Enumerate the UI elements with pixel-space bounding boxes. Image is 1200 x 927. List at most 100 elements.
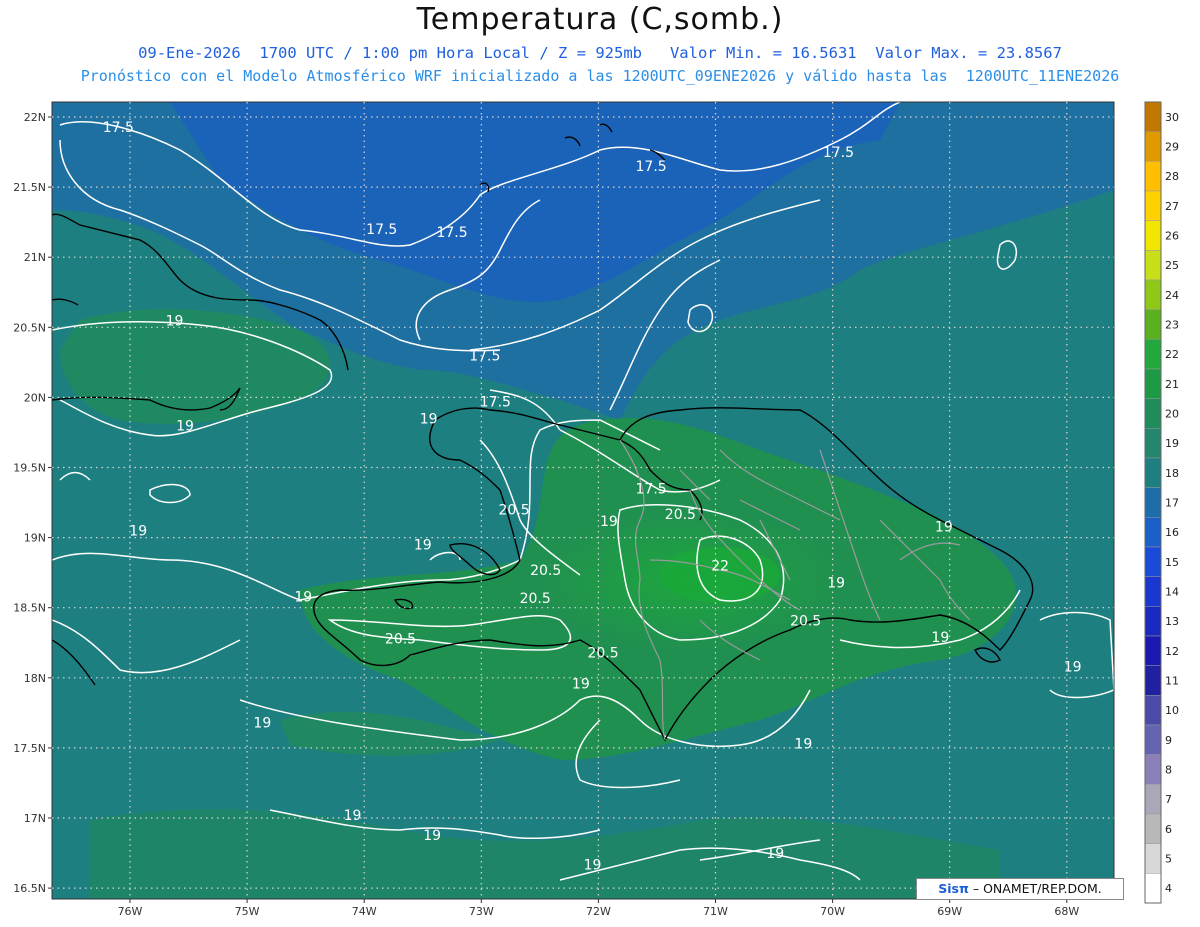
colorbar-label: 16: [1165, 526, 1179, 539]
colorbar-swatch: [1144, 695, 1162, 726]
contour-label: 19: [572, 676, 590, 692]
contour-label: 17.5: [103, 120, 134, 136]
contour-label: 17.5: [469, 348, 500, 364]
colorbar-label: 22: [1165, 348, 1179, 361]
contour-label: 19: [600, 514, 618, 530]
contour-label: 19: [935, 519, 953, 535]
colorbar-swatch: [1144, 784, 1162, 815]
contour-label: 17.5: [823, 145, 854, 161]
contour-label: 19: [129, 524, 147, 540]
colorbar-swatch: [1144, 665, 1162, 696]
colorbar-label: 5: [1165, 853, 1172, 866]
lat-tick-label: 16.5N: [13, 882, 46, 895]
contour-label: 20.5: [790, 613, 821, 629]
colorbar-swatch: [1144, 309, 1162, 340]
colorbar-label: 27: [1165, 200, 1179, 213]
colorbar-swatch: [1144, 517, 1162, 548]
sispi-logo: Sisπ: [938, 881, 969, 896]
colorbar-swatch: [1144, 457, 1162, 488]
temperature-map: 17.5 17.5 17.5 17.5 17.5 17.5 17.5 17.5 19 19 19 19…: [13, 101, 1179, 918]
contour-label: 19: [253, 716, 271, 732]
colorbar-label: 15: [1165, 556, 1179, 569]
colorbar-label: 19: [1165, 437, 1179, 450]
contour-label: 17.5: [436, 225, 467, 241]
credit-box: Sisπ – ONAMET/REP.DOM.: [916, 878, 1124, 900]
colorbar-label: 26: [1165, 230, 1179, 243]
colorbar-label: 21: [1165, 378, 1179, 391]
colorbar-swatch: [1144, 279, 1162, 310]
colorbar-label: 18: [1165, 467, 1179, 480]
colorbar-swatch: [1144, 339, 1162, 370]
colorbar-label: 4: [1165, 882, 1172, 895]
colorbar-swatch: [1144, 250, 1162, 281]
colorbar-label: 17: [1165, 497, 1179, 510]
lat-tick-label: 18.5N: [13, 602, 46, 615]
colorbar-label: 11: [1165, 675, 1179, 688]
contour-label: 20.5: [385, 632, 416, 648]
colorbar-label: 24: [1165, 289, 1179, 302]
contour-label: 17.5: [366, 222, 397, 238]
colorbar-swatch: [1144, 635, 1162, 666]
colorbar-swatch: [1144, 813, 1162, 844]
contour-label: 19: [414, 538, 432, 554]
colorbar-swatch: [1144, 576, 1162, 607]
credit-text: – ONAMET/REP.DOM.: [968, 881, 1102, 896]
contour-label: 19: [766, 846, 784, 862]
lat-tick-label: 20N: [24, 391, 46, 404]
colorbar-swatch: [1144, 190, 1162, 221]
contour-label: 19: [794, 737, 812, 753]
colorbar-label: 14: [1165, 586, 1179, 599]
colorbar-swatch: [1144, 843, 1162, 874]
colorbar-swatch: [1144, 161, 1162, 192]
color-legend: 30 29 28 27 26 25 24 23 22 21 20 19 18 17 16 15 14 13 12 11…: [1144, 101, 1179, 904]
colorbar-label: 25: [1165, 259, 1179, 272]
lat-tick-label: 21.5N: [13, 181, 46, 194]
lat-tick-label: 19N: [24, 532, 46, 545]
contour-label: 20.5: [587, 646, 618, 662]
colorbar-swatch: [1144, 724, 1162, 755]
contour-label: 19: [294, 589, 312, 605]
colorbar-swatch: [1144, 398, 1162, 429]
lon-tick-label: 68W: [1054, 905, 1079, 918]
contour-label: 17.5: [636, 159, 667, 175]
contour-label: 17.5: [636, 482, 667, 498]
contour-label: 19: [166, 313, 184, 329]
lat-tick-label: 21N: [24, 251, 46, 264]
colorbar-swatch: [1144, 606, 1162, 637]
colorbar-label: 20: [1165, 408, 1179, 421]
colorbar-swatch: [1144, 428, 1162, 459]
lat-tick-label: 19.5N: [13, 462, 46, 475]
lat-tick-label: 17N: [24, 812, 46, 825]
contour-label: 19: [827, 575, 845, 591]
colorbar-swatch: [1144, 101, 1162, 132]
colorbar-swatch: [1144, 487, 1162, 518]
contour-label: 19: [584, 857, 602, 873]
colorbar-label: 28: [1165, 170, 1179, 183]
colorbar-label: 23: [1165, 319, 1179, 332]
latitude-axis: 22N 21.5N 21N 20.5N 20N 19.5N 19N 18.5N 18N 17.5N…: [13, 111, 52, 895]
colorbar-label: 9: [1165, 734, 1172, 747]
colorbar-label: 10: [1165, 704, 1179, 717]
lat-tick-label: 18N: [24, 672, 46, 685]
colorbar-label: 12: [1165, 645, 1179, 658]
contour-label: 20.5: [665, 507, 696, 523]
contour-label: 17.5: [480, 395, 511, 411]
lon-tick-label: 73W: [469, 905, 494, 918]
colorbar-swatch: [1144, 220, 1162, 251]
contour-label: 19: [423, 828, 441, 844]
colorbar-label: 6: [1165, 823, 1172, 836]
colorbar-swatch: [1144, 754, 1162, 785]
contour-label: 19: [176, 418, 194, 434]
lat-tick-label: 22N: [24, 111, 46, 124]
lon-tick-label: 72W: [586, 905, 611, 918]
lon-tick-label: 76W: [118, 905, 143, 918]
contour-label: 19: [420, 411, 438, 427]
lat-tick-label: 20.5N: [13, 321, 46, 334]
shaded-field: [52, 102, 1114, 899]
lon-tick-label: 71W: [703, 905, 728, 918]
colorbar-label: 7: [1165, 793, 1172, 806]
colorbar-swatch: [1144, 546, 1162, 577]
contour-label: 20.5: [520, 591, 551, 607]
colorbar-label: 8: [1165, 764, 1172, 777]
colorbar-label: 30: [1165, 111, 1179, 124]
